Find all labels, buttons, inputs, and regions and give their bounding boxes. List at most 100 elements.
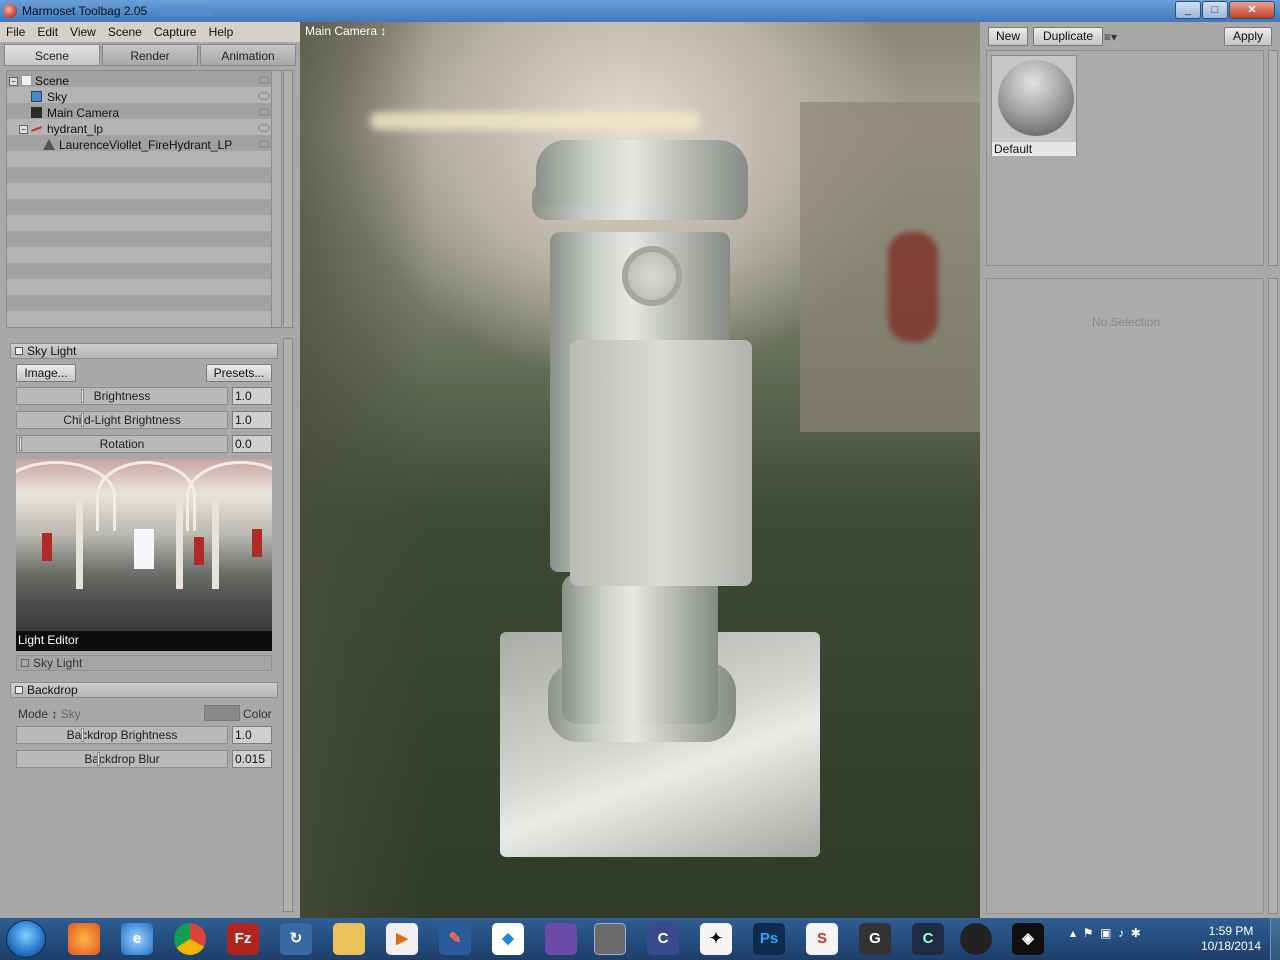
camera-name: Main Camera (305, 24, 378, 38)
slider-thumb[interactable] (81, 413, 84, 427)
app-icon[interactable]: ◈ (1012, 923, 1044, 955)
visibility-eye-icon[interactable] (258, 124, 270, 132)
child-light-brightness-field[interactable]: 1.0 (232, 411, 272, 429)
app-icon[interactable] (545, 923, 577, 955)
tree-label-sky: Sky (47, 90, 68, 104)
show-desktop-button[interactable] (1270, 918, 1280, 960)
backdrop-brightness-slider[interactable]: Backdrop Brightness (16, 726, 228, 744)
duplicate-material-button[interactable]: Duplicate (1033, 27, 1103, 46)
slider-thumb[interactable] (81, 389, 84, 403)
clock[interactable]: 1:59 PM 10/18/2014 (1196, 924, 1266, 954)
preview-red-object (252, 529, 262, 557)
tree-label-main-camera: Main Camera (47, 106, 120, 120)
minimize-button[interactable]: _ (1175, 1, 1201, 19)
outliner-scrollbar[interactable] (283, 70, 293, 328)
mesh-icon (43, 139, 55, 150)
title-bar: Marmoset Toolbag 2.05 _ □ ✕ (0, 0, 1280, 22)
sync-app-icon[interactable]: ↻ (280, 923, 312, 955)
dropbox-icon[interactable]: ◆ (492, 923, 524, 955)
camera-selector[interactable]: Main Camera ↕ (305, 24, 386, 38)
sky-light-editor-preview[interactable]: Light Editor (16, 459, 272, 651)
internet-explorer-icon[interactable]: e (121, 923, 153, 955)
properties-scrollbar[interactable] (283, 338, 293, 912)
sky-light-subsection[interactable]: Sky Light (16, 655, 272, 671)
3ds-max-icon[interactable]: G (859, 923, 891, 955)
viewport-ceiling-light (370, 112, 700, 130)
marmoset-toolbag-icon[interactable] (594, 923, 626, 955)
visibility-eye-icon[interactable] (258, 140, 270, 148)
viewport-shadow (300, 22, 430, 918)
tree-label-scene: Scene (35, 74, 70, 88)
substance-icon[interactable]: S (806, 923, 838, 955)
left-panel: Scene Render Animation − Scene Sky Main … (0, 42, 300, 918)
collapse-icon[interactable]: − (19, 125, 28, 134)
slider-thumb[interactable] (19, 437, 22, 451)
child-light-brightness-slider[interactable]: Child-Light Brightness (16, 411, 228, 429)
firefox-icon[interactable] (68, 923, 100, 955)
expand-icon[interactable] (21, 659, 29, 667)
tree-row-firehydrant-mesh[interactable]: LaurenceViollet_FireHydrant_LP (7, 137, 272, 153)
tree-row-scene[interactable]: − Scene (7, 73, 272, 89)
app-icon[interactable]: C (647, 923, 679, 955)
menu-edit[interactable]: Edit (31, 22, 64, 42)
slider-thumb[interactable] (81, 728, 84, 742)
tab-animation[interactable]: Animation (200, 44, 296, 66)
start-button[interactable] (6, 920, 46, 958)
menu-capture[interactable]: Capture (148, 22, 203, 42)
close-button[interactable]: ✕ (1229, 1, 1275, 19)
menu-scene[interactable]: Scene (102, 22, 148, 42)
tree-row-hydrant-lp[interactable]: − hydrant_lp (7, 121, 272, 137)
visibility-eye-icon[interactable] (258, 92, 270, 100)
tree-row-main-camera[interactable]: Main Camera (7, 105, 272, 121)
collapse-icon[interactable] (15, 347, 23, 355)
image-button[interactable]: Image... (16, 364, 76, 382)
media-player-icon[interactable]: ▶ (386, 923, 418, 955)
clock-date: 10/18/2014 (1200, 939, 1262, 953)
tab-scene[interactable]: Scene (4, 44, 100, 66)
menu-file[interactable]: File (0, 22, 31, 42)
material-thumbnail[interactable]: Default (991, 55, 1077, 156)
chrome-icon[interactable] (174, 923, 206, 955)
new-material-button[interactable]: New (988, 27, 1028, 46)
collapse-icon[interactable]: − (9, 77, 18, 86)
filezilla-icon[interactable]: Fz (227, 923, 259, 955)
tree-row-sky[interactable]: Sky (7, 89, 272, 105)
backdrop-mode[interactable]: Mode ↕ Sky (18, 707, 81, 721)
apply-material-button[interactable]: Apply (1224, 27, 1272, 46)
visibility-eye-icon[interactable] (258, 108, 270, 116)
material-menu-icon[interactable]: ≡▾ (1104, 30, 1117, 44)
photoshop-icon[interactable]: Ps (753, 923, 785, 955)
backdrop-section-header[interactable]: Backdrop (10, 682, 278, 698)
app-icon[interactable]: C (912, 923, 944, 955)
menu-view[interactable]: View (64, 22, 102, 42)
right-panel: New Duplicate Apply Default No Selection (980, 22, 1280, 918)
rotation-field[interactable]: 0.0 (232, 435, 272, 453)
tab-render[interactable]: Render (102, 44, 198, 66)
system-tray-icons[interactable]: ▴ ⚑ ▣ ♪ ✱ (1070, 926, 1141, 940)
file-explorer-icon[interactable] (333, 923, 365, 955)
slider-thumb[interactable] (97, 752, 100, 766)
backdrop-blur-slider[interactable]: Backdrop Blur (16, 750, 228, 768)
paint-app-icon[interactable]: ✎ (439, 923, 471, 955)
backdrop-color-swatch[interactable] (204, 705, 240, 721)
backdrop-brightness-field[interactable]: 1.0 (232, 726, 272, 744)
3d-viewport[interactable]: Main Camera ↕ (300, 22, 980, 918)
material-properties-scrollbar[interactable] (1268, 278, 1278, 914)
presets-button[interactable]: Presets... (206, 364, 272, 382)
camera-spin-icon: ↕ (380, 24, 387, 38)
brightness-slider[interactable]: Brightness (16, 387, 228, 405)
visibility-eye-icon[interactable] (258, 76, 270, 84)
backdrop-blur-field[interactable]: 0.015 (232, 750, 272, 768)
menu-help[interactable]: Help (203, 22, 240, 42)
collapse-icon[interactable] (15, 686, 23, 694)
brightness-field[interactable]: 1.0 (232, 387, 272, 405)
material-name: Default (992, 142, 1076, 156)
app-icon[interactable] (960, 923, 992, 955)
preview-pillar (212, 499, 219, 589)
maximize-button[interactable]: □ (1202, 1, 1228, 19)
tree-label-hydrant-lp: hydrant_lp (47, 122, 104, 136)
rotation-slider[interactable]: Rotation (16, 435, 228, 453)
material-library-scrollbar[interactable] (1268, 50, 1278, 266)
sky-light-section-header[interactable]: Sky Light (10, 343, 278, 359)
zbrush-icon[interactable]: ✦ (700, 923, 732, 955)
